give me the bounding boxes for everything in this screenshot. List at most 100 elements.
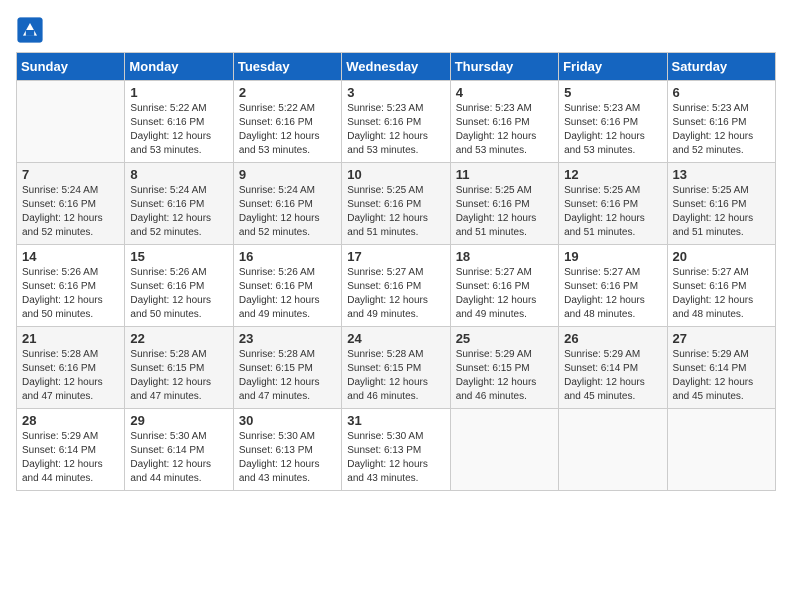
calendar-cell: 24 Sunrise: 5:28 AM Sunset: 6:15 PM Dayli… [342, 327, 450, 409]
day-number: 18 [456, 249, 553, 264]
logo [16, 16, 48, 44]
calendar-cell [667, 409, 775, 491]
calendar-cell: 12Sunrise: 5:25 AM Sunset: 6:16 PM Dayli… [559, 163, 667, 245]
day-number: 7 [22, 167, 119, 182]
week-row-3: 14Sunrise: 5:26 AM Sunset: 6:16 PM Dayli… [17, 245, 776, 327]
day-info: Sunrise: 5:29 AM Sunset: 6:15 PM Dayligh… [456, 348, 553, 404]
day-info: Sunrise: 5:28 AM Sunset: 6:15 PM Dayligh… [239, 348, 336, 404]
day-number: 5 [564, 85, 661, 100]
day-number: 31 [347, 413, 444, 428]
calendar-cell: 20 Sunrise: 5:27 AM Sunset: 6:16 PM Dayli… [667, 245, 775, 327]
day-number: 29 [130, 413, 227, 428]
day-info: Sunrise: 5:22 AM Sunset: 6:16 PM Dayligh… [130, 102, 227, 158]
day-info: Sunrise: 5:28 AM Sunset: 6:15 PM Dayligh… [130, 348, 227, 404]
week-row-1: 1 Sunrise: 5:22 AM Sunset: 6:16 PM Daylig… [17, 81, 776, 163]
calendar-cell: 25 Sunrise: 5:29 AM Sunset: 6:15 PM Dayli… [450, 327, 558, 409]
day-info: Sunrise: 5:30 AM Sunset: 6:13 PM Dayligh… [347, 430, 444, 486]
calendar-cell: 31 Sunrise: 5:30 AM Sunset: 6:13 PM Dayli… [342, 409, 450, 491]
weekday-header-sunday: Sunday [17, 53, 125, 81]
day-info: Sunrise: 5:23 AM Sunset: 6:16 PM Dayligh… [673, 102, 770, 158]
day-number: 25 [456, 331, 553, 346]
day-number: 26 [564, 331, 661, 346]
calendar-table: SundayMondayTuesdayWednesdayThursdayFrid… [16, 52, 776, 491]
day-number: 15 [130, 249, 227, 264]
day-info: Sunrise: 5:27 AM Sunset: 6:16 PM Dayligh… [456, 266, 553, 322]
day-info: Sunrise: 5:23 AM Sunset: 6:16 PM Dayligh… [347, 102, 444, 158]
day-info: Sunrise: 5:24 AM Sunset: 6:16 PM Dayligh… [239, 184, 336, 240]
day-number: 20 [673, 249, 770, 264]
weekday-header-wednesday: Wednesday [342, 53, 450, 81]
day-number: 10 [347, 167, 444, 182]
calendar-cell: 14Sunrise: 5:26 AM Sunset: 6:16 PM Dayli… [17, 245, 125, 327]
day-number: 16 [239, 249, 336, 264]
week-row-5: 28 Sunrise: 5:29 AM Sunset: 6:14 PM Dayli… [17, 409, 776, 491]
day-number: 9 [239, 167, 336, 182]
day-info: Sunrise: 5:25 AM Sunset: 6:16 PM Dayligh… [347, 184, 444, 240]
calendar-cell: 8 Sunrise: 5:24 AM Sunset: 6:16 PM Daylig… [125, 163, 233, 245]
day-info: Sunrise: 5:27 AM Sunset: 6:16 PM Dayligh… [347, 266, 444, 322]
day-info: Sunrise: 5:27 AM Sunset: 6:16 PM Dayligh… [673, 266, 770, 322]
day-number: 24 [347, 331, 444, 346]
day-info: Sunrise: 5:24 AM Sunset: 6:16 PM Dayligh… [130, 184, 227, 240]
week-row-4: 21 Sunrise: 5:28 AM Sunset: 6:16 PM Dayli… [17, 327, 776, 409]
weekday-row: SundayMondayTuesdayWednesdayThursdayFrid… [17, 53, 776, 81]
calendar-cell: 6 Sunrise: 5:23 AM Sunset: 6:16 PM Daylig… [667, 81, 775, 163]
day-number: 11 [456, 167, 553, 182]
weekday-header-monday: Monday [125, 53, 233, 81]
day-info: Sunrise: 5:23 AM Sunset: 6:16 PM Dayligh… [456, 102, 553, 158]
calendar-cell: 15 Sunrise: 5:26 AM Sunset: 6:16 PM Dayli… [125, 245, 233, 327]
calendar-cell: 29 Sunrise: 5:30 AM Sunset: 6:14 PM Dayli… [125, 409, 233, 491]
header [16, 16, 776, 44]
calendar-cell [17, 81, 125, 163]
calendar-cell: 7 Sunrise: 5:24 AM Sunset: 6:16 PM Daylig… [17, 163, 125, 245]
day-info: Sunrise: 5:28 AM Sunset: 6:16 PM Dayligh… [22, 348, 119, 404]
day-number: 19 [564, 249, 661, 264]
day-number: 1 [130, 85, 227, 100]
calendar-cell: 1 Sunrise: 5:22 AM Sunset: 6:16 PM Daylig… [125, 81, 233, 163]
day-number: 3 [347, 85, 444, 100]
calendar-cell: 4 Sunrise: 5:23 AM Sunset: 6:16 PM Daylig… [450, 81, 558, 163]
day-info: Sunrise: 5:27 AM Sunset: 6:16 PM Dayligh… [564, 266, 661, 322]
calendar-cell: 3 Sunrise: 5:23 AM Sunset: 6:16 PM Daylig… [342, 81, 450, 163]
calendar-cell: 21 Sunrise: 5:28 AM Sunset: 6:16 PM Dayli… [17, 327, 125, 409]
calendar-cell: 17 Sunrise: 5:27 AM Sunset: 6:16 PM Dayli… [342, 245, 450, 327]
day-number: 30 [239, 413, 336, 428]
calendar-cell: 18 Sunrise: 5:27 AM Sunset: 6:16 PM Dayli… [450, 245, 558, 327]
calendar-cell [559, 409, 667, 491]
day-number: 4 [456, 85, 553, 100]
calendar-cell: 30 Sunrise: 5:30 AM Sunset: 6:13 PM Dayli… [233, 409, 341, 491]
day-number: 17 [347, 249, 444, 264]
calendar-cell [450, 409, 558, 491]
calendar-cell: 26 Sunrise: 5:29 AM Sunset: 6:14 PM Dayli… [559, 327, 667, 409]
calendar-cell: 28 Sunrise: 5:29 AM Sunset: 6:14 PM Dayli… [17, 409, 125, 491]
weekday-header-tuesday: Tuesday [233, 53, 341, 81]
day-info: Sunrise: 5:23 AM Sunset: 6:16 PM Dayligh… [564, 102, 661, 158]
day-info: Sunrise: 5:26 AM Sunset: 6:16 PM Dayligh… [130, 266, 227, 322]
calendar-cell: 11Sunrise: 5:25 AM Sunset: 6:16 PM Dayli… [450, 163, 558, 245]
day-info: Sunrise: 5:30 AM Sunset: 6:14 PM Dayligh… [130, 430, 227, 486]
day-number: 21 [22, 331, 119, 346]
day-number: 2 [239, 85, 336, 100]
day-number: 22 [130, 331, 227, 346]
day-number: 28 [22, 413, 119, 428]
calendar-cell: 13Sunrise: 5:25 AM Sunset: 6:16 PM Dayli… [667, 163, 775, 245]
calendar-cell: 27Sunrise: 5:29 AM Sunset: 6:14 PM Dayli… [667, 327, 775, 409]
day-info: Sunrise: 5:25 AM Sunset: 6:16 PM Dayligh… [564, 184, 661, 240]
day-info: Sunrise: 5:26 AM Sunset: 6:16 PM Dayligh… [22, 266, 119, 322]
day-number: 23 [239, 331, 336, 346]
weekday-header-friday: Friday [559, 53, 667, 81]
day-info: Sunrise: 5:29 AM Sunset: 6:14 PM Dayligh… [22, 430, 119, 486]
day-info: Sunrise: 5:29 AM Sunset: 6:14 PM Dayligh… [564, 348, 661, 404]
day-info: Sunrise: 5:30 AM Sunset: 6:13 PM Dayligh… [239, 430, 336, 486]
week-row-2: 7 Sunrise: 5:24 AM Sunset: 6:16 PM Daylig… [17, 163, 776, 245]
calendar-header: SundayMondayTuesdayWednesdayThursdayFrid… [17, 53, 776, 81]
calendar-body: 1 Sunrise: 5:22 AM Sunset: 6:16 PM Daylig… [17, 81, 776, 491]
calendar-cell: 22 Sunrise: 5:28 AM Sunset: 6:15 PM Dayli… [125, 327, 233, 409]
day-number: 8 [130, 167, 227, 182]
day-number: 6 [673, 85, 770, 100]
day-info: Sunrise: 5:24 AM Sunset: 6:16 PM Dayligh… [22, 184, 119, 240]
calendar-cell: 5 Sunrise: 5:23 AM Sunset: 6:16 PM Daylig… [559, 81, 667, 163]
day-info: Sunrise: 5:28 AM Sunset: 6:15 PM Dayligh… [347, 348, 444, 404]
calendar-cell: 23 Sunrise: 5:28 AM Sunset: 6:15 PM Dayli… [233, 327, 341, 409]
logo-icon [16, 16, 44, 44]
